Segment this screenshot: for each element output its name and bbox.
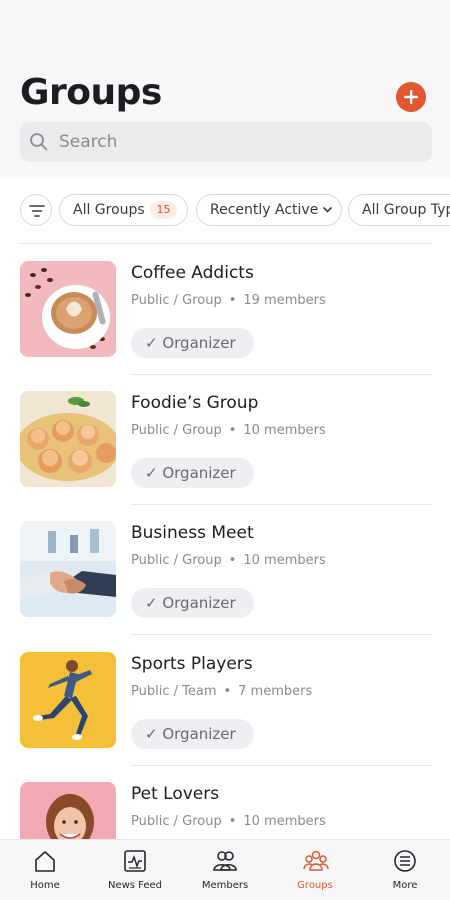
plus-icon bbox=[404, 90, 418, 104]
nav-label: Home bbox=[30, 880, 60, 891]
group-members: 7 members bbox=[238, 684, 313, 699]
bottom-nav: Home News Feed Members Groups More bbox=[0, 839, 450, 900]
home-icon bbox=[35, 851, 55, 872]
divider bbox=[131, 765, 432, 766]
group-meta: Public / Group • 10 members bbox=[131, 553, 326, 568]
organizer-badge: ✓ Organizer bbox=[131, 588, 254, 618]
news-feed-icon bbox=[124, 850, 146, 872]
group-name: Foodie’s Group bbox=[131, 393, 259, 413]
organizer-badge: ✓ Organizer bbox=[131, 458, 254, 488]
food-plate-thumbnail bbox=[20, 391, 116, 487]
page-title: Groups bbox=[20, 72, 162, 113]
nav-label: News Feed bbox=[107, 880, 163, 891]
group-members: 19 members bbox=[243, 293, 326, 308]
nav-item-groups[interactable]: Groups bbox=[270, 840, 360, 900]
filter-icon bbox=[29, 205, 45, 217]
divider bbox=[131, 374, 432, 375]
nav-label: More bbox=[392, 880, 418, 891]
chevron-down-icon bbox=[322, 206, 333, 213]
chip-recently-active[interactable]: Recently Active bbox=[196, 194, 342, 226]
nav-item-more[interactable]: More bbox=[360, 840, 450, 900]
nav-label: Groups bbox=[297, 880, 333, 891]
group-name: Business Meet bbox=[131, 523, 254, 543]
search-icon bbox=[30, 133, 48, 151]
group-visibility: Public / Group bbox=[131, 814, 222, 829]
more-menu-icon bbox=[394, 850, 416, 872]
group-meta: Public / Group • 10 members bbox=[131, 423, 326, 438]
chip-group-type[interactable]: All Group Typ bbox=[348, 194, 450, 226]
group-members: 10 members bbox=[243, 814, 326, 829]
filter-bar: All Groups 15 Recently Active All Group … bbox=[0, 192, 450, 230]
coffee-cup-thumbnail bbox=[20, 261, 116, 357]
group-count-badge: 15 bbox=[150, 201, 177, 219]
filter-button[interactable] bbox=[20, 194, 52, 226]
divider bbox=[131, 504, 432, 505]
search-placeholder: Search bbox=[59, 132, 118, 152]
chip-group-type-label: All Group Typ bbox=[362, 202, 450, 218]
nav-label: Members bbox=[201, 880, 249, 891]
search-input[interactable]: Search bbox=[20, 122, 432, 162]
organizer-badge: ✓ Organizer bbox=[131, 328, 254, 358]
group-meta: Public / Team • 7 members bbox=[131, 684, 313, 699]
groups-icon bbox=[303, 850, 329, 871]
nav-item-home[interactable]: Home bbox=[0, 840, 90, 900]
group-list-item[interactable]: Coffee Addicts Public / Group • 19 members… bbox=[0, 261, 450, 391]
header: Groups Search bbox=[0, 0, 450, 178]
nav-item-news-feed[interactable]: News Feed bbox=[90, 840, 180, 900]
group-visibility: Public / Group bbox=[131, 553, 222, 568]
group-name: Coffee Addicts bbox=[131, 263, 254, 283]
chip-all-groups-label: All Groups bbox=[73, 202, 145, 218]
divider bbox=[20, 243, 432, 244]
add-group-button[interactable] bbox=[396, 82, 426, 112]
chip-recently-active-label: Recently Active bbox=[210, 202, 319, 218]
group-members: 10 members bbox=[243, 423, 326, 438]
group-members: 10 members bbox=[243, 553, 326, 568]
nav-item-members[interactable]: Members bbox=[180, 840, 270, 900]
divider bbox=[131, 634, 432, 635]
group-list-item[interactable]: Sports Players Public / Team • 7 members ✓… bbox=[0, 652, 450, 782]
group-name: Pet Lovers bbox=[131, 784, 220, 804]
handshake-thumbnail bbox=[20, 521, 116, 617]
group-visibility: Public / Group bbox=[131, 293, 222, 308]
group-visibility: Public / Team bbox=[131, 684, 217, 699]
group-list-item[interactable]: Business Meet Public / Group • 10 members … bbox=[0, 521, 450, 651]
group-meta: Public / Group • 19 members bbox=[131, 293, 326, 308]
group-visibility: Public / Group bbox=[131, 423, 222, 438]
chip-all-groups[interactable]: All Groups 15 bbox=[59, 194, 188, 226]
members-icon bbox=[213, 851, 237, 871]
runner-thumbnail bbox=[20, 652, 116, 748]
group-list-item[interactable]: Foodie’s Group Public / Group • 10 members… bbox=[0, 391, 450, 521]
group-meta: Public / Group • 10 members bbox=[131, 814, 326, 829]
organizer-badge: ✓ Organizer bbox=[131, 719, 254, 749]
group-name: Sports Players bbox=[131, 654, 253, 674]
